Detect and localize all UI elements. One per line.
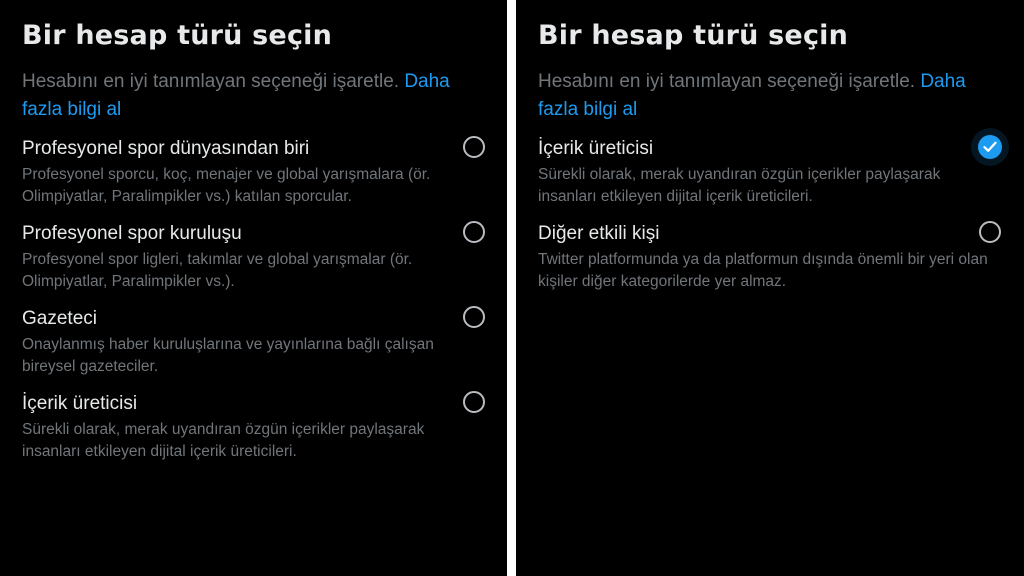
radio-button[interactable] [463, 221, 485, 243]
option-label: Diğer etkili kişi [538, 223, 660, 244]
option-content-creator[interactable]: İçerik üreticisi Sürekli olarak, merak u… [538, 135, 1002, 208]
option-content-creator[interactable]: İçerik üreticisi Sürekli olarak, merak u… [22, 391, 485, 463]
page-subtitle: Hesabını en iyi tanımlayan seçeneği işar… [538, 68, 1003, 124]
page-subtitle: Hesabını en iyi tanımlayan seçeneği işar… [22, 68, 487, 124]
subtitle-text: Hesabını en iyi tanımlayan seçeneği işar… [538, 71, 916, 92]
radio-button-checked[interactable] [978, 135, 1002, 159]
account-type-options: Profesyonel spor dünyasından biri Profes… [22, 136, 507, 463]
account-type-panel-left: Bir hesap türü seçin Hesabını en iyi tan… [0, 0, 507, 576]
option-label: İçerik üreticisi [538, 138, 654, 159]
screenshot-collage: Bir hesap türü seçin Hesabını en iyi tan… [0, 0, 1024, 576]
option-description: Profesyonel spor ligleri, takımlar ve gl… [22, 251, 413, 290]
option-label: Profesyonel spor kuruluşu [22, 223, 242, 244]
account-type-panel-right: Bir hesap türü seçin Hesabını en iyi tan… [516, 0, 1024, 576]
radio-button[interactable] [463, 136, 485, 158]
option-other-influencer[interactable]: Diğer etkili kişi Twitter platformunda y… [538, 221, 1001, 293]
option-description: Sürekli olarak, merak uyandıran özgün iç… [22, 421, 425, 460]
option-label: Gazeteci [22, 308, 97, 329]
page-title: Bir hesap türü seçin [22, 20, 333, 51]
option-description: Twitter platformunda ya da platformun dı… [538, 251, 988, 290]
page-title: Bir hesap türü seçin [538, 20, 849, 51]
option-pro-sports-organization[interactable]: Profesyonel spor kuruluşu Profesyonel sp… [22, 221, 485, 293]
option-label: İçerik üreticisi [22, 393, 138, 414]
option-pro-sports-person[interactable]: Profesyonel spor dünyasından biri Profes… [22, 136, 485, 208]
radio-button[interactable] [463, 391, 485, 413]
option-description: Onaylanmış haber kuruluşlarına ve yayınl… [22, 336, 434, 375]
option-description: Sürekli olarak, merak uyandıran özgün iç… [538, 166, 941, 205]
option-journalist[interactable]: Gazeteci Onaylanmış haber kuruluşlarına … [22, 306, 485, 378]
radio-button[interactable] [463, 306, 485, 328]
subtitle-text: Hesabını en iyi tanımlayan seçeneği işar… [22, 71, 400, 92]
checkmark-icon [983, 141, 997, 152]
option-label: Profesyonel spor dünyasından biri [22, 138, 310, 159]
radio-button[interactable] [979, 221, 1001, 243]
option-description: Profesyonel sporcu, koç, menajer ve glob… [22, 166, 431, 205]
account-type-options: İçerik üreticisi Sürekli olarak, merak u… [538, 135, 1024, 293]
